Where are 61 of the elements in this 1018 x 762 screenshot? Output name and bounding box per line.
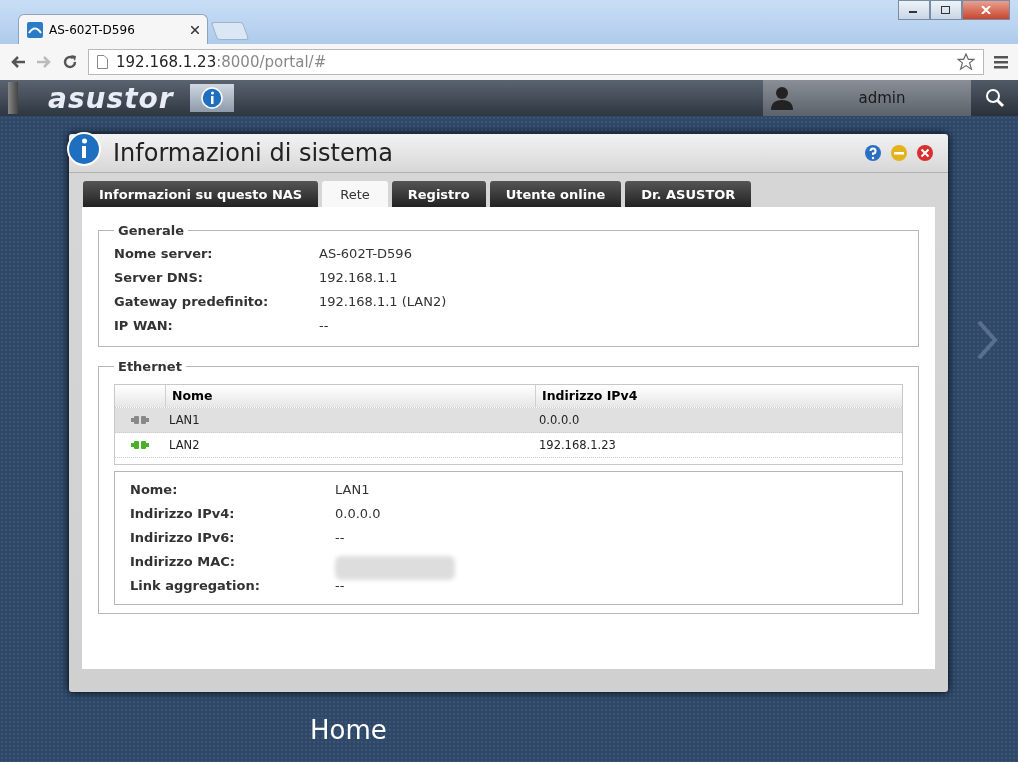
tab[interactable]: Dr. ASUSTOR xyxy=(625,181,752,207)
search-button[interactable] xyxy=(971,80,1018,116)
field-value: -- xyxy=(335,577,346,595)
section-legend: Generale xyxy=(114,223,188,238)
tab[interactable]: Rete xyxy=(322,181,388,207)
help-icon[interactable] xyxy=(864,144,882,162)
field-label: Indirizzo IPv6: xyxy=(130,529,236,547)
info-icon xyxy=(200,87,223,109)
field-value: 0.0.0.0 xyxy=(335,505,382,523)
minimize-button[interactable] xyxy=(898,0,930,20)
table-cell-text: 192.168.1.23 xyxy=(538,438,617,452)
table-row[interactable]: LAN1 0.0.0.0 xyxy=(115,408,902,433)
back-icon[interactable] xyxy=(10,55,26,69)
address-field[interactable]: 192.168.1.23:8000/portal/# xyxy=(88,49,984,75)
ethernet-plug-icon xyxy=(131,416,149,424)
field-label: Link aggregation: xyxy=(130,577,261,595)
browser-tab[interactable]: AS-602T-D596 xyxy=(18,14,208,44)
app-icon xyxy=(27,21,43,38)
close-icon xyxy=(981,6,991,14)
menu-icon[interactable] xyxy=(994,55,1008,69)
info-icon xyxy=(67,132,101,166)
column-header: Nome xyxy=(165,385,535,407)
table-row[interactable]: LAN2 192.168.1.23 xyxy=(115,433,902,458)
sidebar-handle[interactable] xyxy=(8,82,18,114)
field-label: Server DNS: xyxy=(114,269,205,287)
tab[interactable]: Utente online xyxy=(489,181,622,207)
page-icon xyxy=(97,55,108,69)
field-value: 192.168.1.1 (LAN2) xyxy=(319,293,448,311)
reload-icon[interactable] xyxy=(62,54,78,70)
field-label: Nome server: xyxy=(114,245,214,263)
section-legend: Ethernet xyxy=(114,359,186,374)
table-cell-text: 0.0.0.0 xyxy=(538,413,581,427)
tab[interactable]: Informazioni su questo NAS xyxy=(83,181,319,207)
column-header: Indirizzo IPv4 xyxy=(535,385,902,407)
maximize-icon xyxy=(941,6,951,14)
star-icon[interactable] xyxy=(957,53,975,71)
user-icon xyxy=(771,86,793,110)
desktop-label: Home xyxy=(310,715,388,745)
window-title: Informazioni di sistema xyxy=(113,139,394,167)
field-label: Gateway predefinito: xyxy=(114,293,270,311)
field-value: -- xyxy=(335,529,346,547)
info-button[interactable] xyxy=(189,84,234,112)
field-value: LAN1 xyxy=(335,481,371,499)
field-value: 192.168.1.1 xyxy=(319,269,399,287)
logo: asustor xyxy=(48,81,174,115)
maximize-button[interactable] xyxy=(930,0,962,20)
ethernet-plug-icon xyxy=(131,441,149,449)
table-cell-text: LAN1 xyxy=(168,413,201,427)
tab[interactable]: Registro xyxy=(391,181,486,207)
tab-title: AS-602T-D596 xyxy=(49,22,136,37)
close-icon[interactable] xyxy=(191,25,199,34)
field-label: Nome: xyxy=(130,481,179,499)
search-icon xyxy=(984,88,1005,108)
field-value: AS-602T-D596 xyxy=(319,245,413,263)
field-label: IP WAN: xyxy=(114,317,174,335)
close-button[interactable] xyxy=(962,0,1010,20)
field-value: -- xyxy=(319,317,330,335)
field-label: Indirizzo MAC: xyxy=(130,553,237,571)
user-menu[interactable]: admin xyxy=(763,80,971,116)
field-label: Indirizzo IPv4: xyxy=(130,505,236,523)
table-cell-text: LAN2 xyxy=(168,438,201,452)
